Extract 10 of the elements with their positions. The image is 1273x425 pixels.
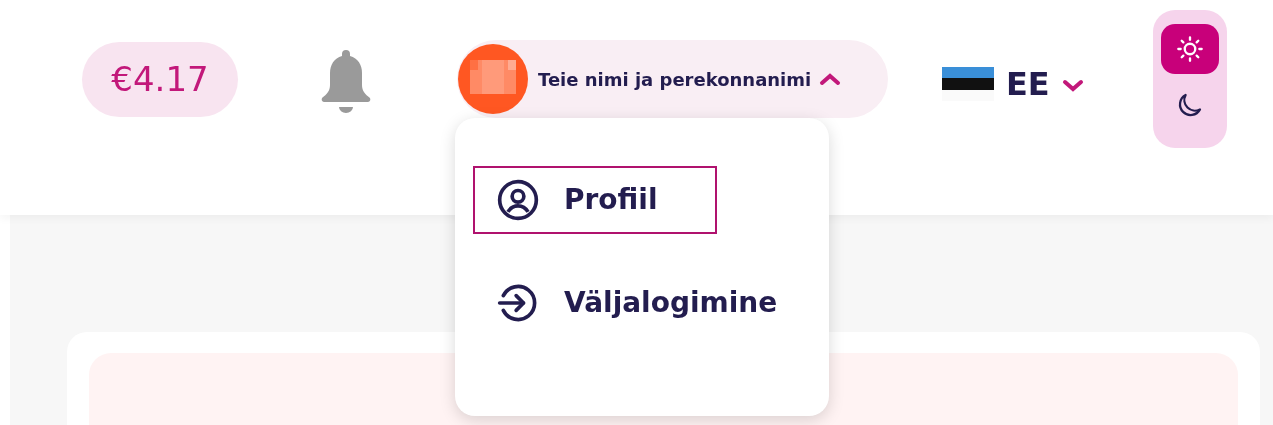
user-circle-icon [496,178,540,222]
balance-badge: €4.17 [82,42,238,117]
menu-item[interactable]: Profiil [473,166,717,234]
language-selector[interactable]: EE [942,60,1084,108]
theme-button[interactable] [1161,24,1219,74]
chevron-up-icon [819,72,842,86]
user-menu-button[interactable]: Teie nimi ja perekonnanimi [457,40,888,118]
chevron-down-icon [1061,79,1084,93]
menu-item[interactable]: Väljalogimine [473,269,783,337]
sun-icon [1176,35,1204,63]
